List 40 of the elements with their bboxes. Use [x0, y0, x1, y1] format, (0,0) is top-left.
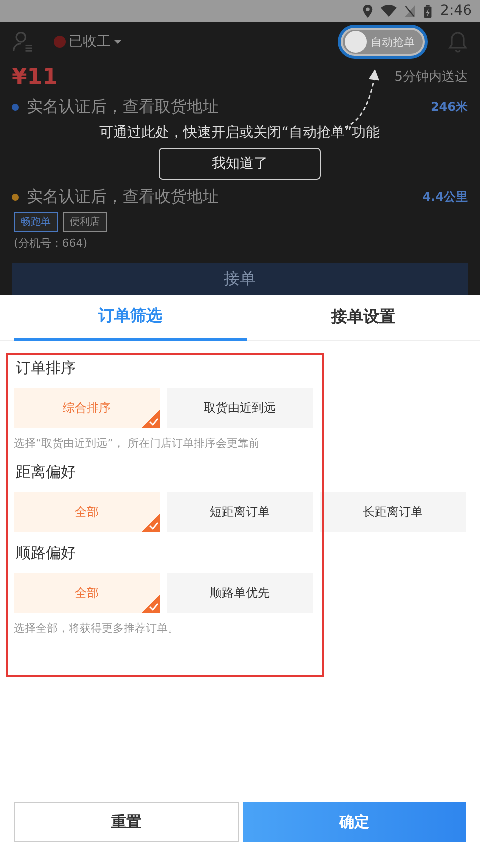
checkmark-icon — [142, 595, 160, 613]
battery-icon — [422, 4, 433, 18]
distance: 4.4公里 — [422, 188, 468, 206]
order-tag: 便利店 — [63, 212, 107, 232]
checkmark-icon — [142, 514, 160, 532]
filter-option[interactable]: 顺路单优先 — [167, 573, 313, 613]
filter-option[interactable]: 长距离订单 — [320, 492, 466, 532]
extension-note: (分机号：664) — [13, 236, 89, 252]
order-tag: 畅跑单 — [14, 212, 58, 232]
address-text: 实名认证后，查看取货地址 — [27, 96, 220, 118]
delivery-time: 5分钟内送达 — [394, 69, 468, 86]
section-title: 订单排序 — [15, 359, 77, 378]
distance: 246米 — [430, 98, 468, 116]
status-time: 2:46 — [440, 3, 472, 19]
order-price: ¥11 — [12, 64, 58, 90]
no-signal-icon — [404, 4, 415, 18]
filter-option[interactable]: 全部 — [14, 573, 160, 613]
hint-text: 选择“取货由近到远”， 所在门店订单排序会更靠前 — [14, 436, 261, 451]
hint-text: 选择全部，将获得更多推荐订单。 — [14, 621, 180, 636]
got-it-button[interactable]: 我知道了 — [159, 148, 321, 180]
guide-message: 可通过此处，快速开启或关闭“自动抢单”功能 — [100, 124, 380, 142]
filter-option[interactable]: 全部 — [14, 492, 160, 532]
filter-option[interactable]: 短距离订单 — [167, 492, 313, 532]
work-status-dropdown[interactable]: 已收工 — [54, 33, 122, 51]
wifi-icon — [380, 5, 397, 17]
filter-option[interactable]: 综合排序 — [14, 388, 160, 428]
location-icon — [362, 4, 373, 18]
user-menu-icon[interactable] — [12, 31, 34, 53]
filter-option[interactable]: 取货由近到远 — [167, 388, 313, 428]
accept-order-button[interactable]: 接单 — [12, 263, 468, 295]
tab[interactable]: 订单筛选 — [14, 295, 247, 341]
reset-button[interactable]: 重置 — [14, 802, 239, 842]
checkmark-icon — [142, 410, 160, 428]
section-title: 距离偏好 — [15, 463, 77, 482]
section-title: 顺路偏好 — [15, 544, 77, 563]
bell-icon[interactable] — [448, 31, 468, 53]
tab[interactable]: 接单设置 — [247, 295, 480, 340]
auto-grab-toggle[interactable]: 自动抢单 — [343, 30, 423, 54]
confirm-button[interactable]: 确定 — [243, 802, 466, 842]
address-text: 实名认证后，查看收货地址 — [27, 186, 220, 208]
